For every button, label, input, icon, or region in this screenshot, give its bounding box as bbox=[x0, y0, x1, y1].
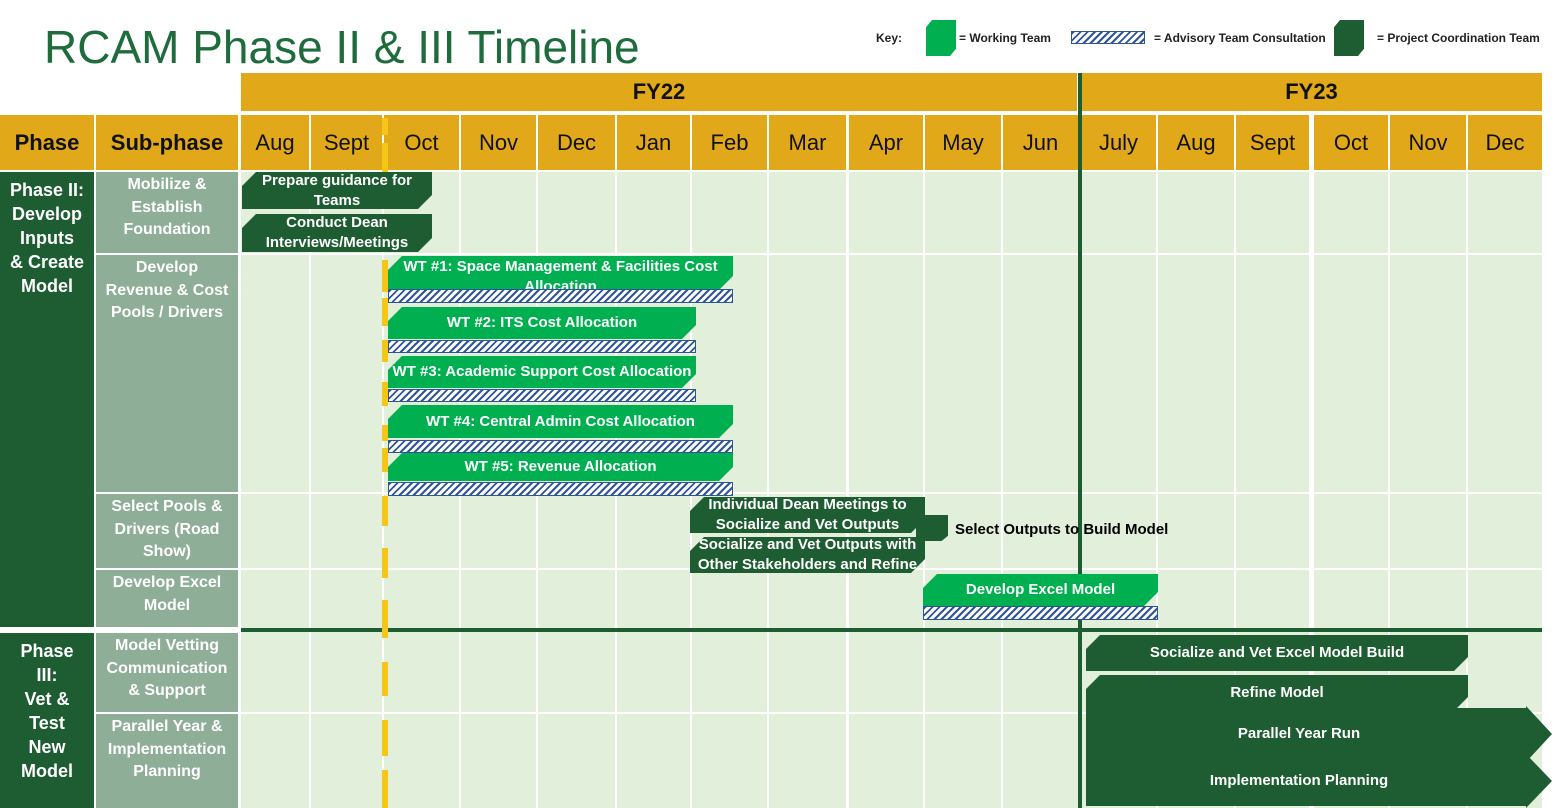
subphase-develop-pools: Develop Revenue & Cost Pools / Drivers bbox=[96, 255, 238, 492]
task-dean-meetings-label: Individual Dean Meetings to Socialize an… bbox=[708, 497, 907, 533]
advisory-wt5 bbox=[388, 482, 733, 496]
task-prepare-guidance: Prepare guidance for Teams bbox=[242, 172, 432, 209]
task-wt2-label: WT #2: ITS Cost Allocation bbox=[446, 314, 638, 331]
current-date-marker-dash bbox=[382, 720, 388, 756]
advisory-wt2 bbox=[388, 340, 696, 353]
month-header: July bbox=[1081, 115, 1156, 170]
legend-advisory: = Advisory Team Consultation bbox=[1154, 31, 1326, 45]
subphase-select-pools: Select Pools & Drivers (Road Show) bbox=[96, 494, 238, 568]
subphase-mobilize-label: Mobilize & Establish Foundation bbox=[123, 176, 211, 238]
task-implementation-label: Implementation Planning bbox=[1209, 772, 1389, 789]
fy23-header: FY23 bbox=[1081, 73, 1542, 111]
phase-3-text: Phase III: Vet & Test New Model bbox=[20, 641, 74, 781]
task-wt1: WT #1: Space Management & Facilities Cos… bbox=[388, 256, 733, 290]
current-date-marker-dash bbox=[382, 118, 388, 135]
subphase-mobilize: Mobilize & Establish Foundation bbox=[96, 172, 238, 253]
month-header: Dec bbox=[538, 115, 615, 170]
month-header: Jun bbox=[1003, 115, 1078, 170]
month-header: Feb bbox=[692, 115, 767, 170]
subphase-column-header: Sub-phase bbox=[96, 115, 238, 170]
task-dean-interviews: Conduct Dean Interviews/Meetings bbox=[242, 214, 432, 252]
working-team-swatch-icon bbox=[926, 20, 956, 56]
phase-2-label: Phase II: Develop Inputs & Create Model bbox=[0, 172, 94, 627]
task-wt1-label: WT #1: Space Management & Facilities Cos… bbox=[403, 258, 718, 290]
page-title: RCAM Phase II & III Timeline bbox=[44, 21, 640, 73]
task-develop-excel-label: Develop Excel Model bbox=[965, 581, 1116, 598]
month-header: Aug bbox=[241, 115, 309, 170]
advisory-wt1 bbox=[388, 289, 733, 303]
task-refine-model: Refine Model bbox=[1086, 675, 1468, 711]
month-header: Nov bbox=[1390, 115, 1466, 170]
month-header: Sept bbox=[1236, 115, 1309, 170]
month-header: Mar bbox=[769, 115, 846, 170]
task-wt5: WT #5: Revenue Allocation bbox=[388, 453, 733, 481]
legend: Key: = Working Team = Advisory Team Cons… bbox=[860, 18, 1550, 58]
legend-working-team: = Working Team bbox=[959, 31, 1051, 45]
advisory-wt4 bbox=[388, 440, 733, 453]
current-date-marker-dash bbox=[382, 548, 388, 578]
task-parallel-year: Parallel Year Run bbox=[1086, 706, 1552, 762]
task-wt4: WT #4: Central Admin Cost Allocation bbox=[388, 405, 733, 438]
current-date-marker-dash bbox=[382, 662, 388, 696]
month-header: Nov bbox=[461, 115, 536, 170]
fy22-header: FY22 bbox=[241, 73, 1077, 111]
subphase-select-pools-label: Select Pools & Drivers (Road Show) bbox=[111, 498, 223, 560]
phase-3-label: Phase III: Vet & Test New Model bbox=[0, 633, 94, 808]
advisory-swatch-icon bbox=[1071, 31, 1145, 44]
phase-divider bbox=[241, 628, 1542, 632]
subphase-parallel-year: Parallel Year & Implementation Planning bbox=[96, 714, 238, 808]
legend-label: Key: bbox=[876, 31, 903, 45]
advisory-wt3 bbox=[388, 389, 696, 402]
task-implementation: Implementation Planning bbox=[1086, 754, 1552, 808]
task-select-outputs-label: Select Outputs to Build Model bbox=[955, 521, 1169, 538]
task-wt5-label: WT #5: Revenue Allocation bbox=[464, 458, 657, 475]
subphase-parallel-year-label: Parallel Year & Implementation Planning bbox=[107, 718, 227, 780]
task-socialize-excel-label: Socialize and Vet Excel Model Build bbox=[1149, 644, 1405, 661]
current-date-marker-dash bbox=[382, 770, 388, 808]
project-coordination-swatch-icon bbox=[1334, 20, 1364, 56]
task-socialize-stakeholders: Socialize and Vet Outputs with Other Sta… bbox=[690, 537, 925, 573]
month-header: Jan bbox=[617, 115, 690, 170]
month-header: Sept bbox=[311, 115, 382, 170]
fiscal-year-divider bbox=[1078, 73, 1082, 808]
month-header: Aug bbox=[1158, 115, 1234, 170]
subphase-model-vetting: Model Vetting Communication & Support bbox=[96, 633, 238, 712]
task-dean-meetings: Individual Dean Meetings to Socialize an… bbox=[690, 497, 925, 533]
month-header: Dec bbox=[1468, 115, 1542, 170]
legend-project-coordination: = Project Coordination Team bbox=[1377, 31, 1540, 45]
row-separator bbox=[241, 253, 1542, 255]
phase-2-text: Phase II: Develop Inputs & Create Model bbox=[9, 180, 85, 296]
current-date-marker-dash bbox=[382, 260, 388, 292]
phase-column-header: Phase bbox=[0, 115, 94, 170]
task-wt3: WT #3: Academic Support Cost Allocation bbox=[388, 356, 696, 388]
month-header: May bbox=[925, 115, 1001, 170]
subphase-develop-excel: Develop Excel Model bbox=[96, 570, 238, 627]
task-wt2: WT #2: ITS Cost Allocation bbox=[388, 307, 696, 339]
month-header: Oct bbox=[1314, 115, 1388, 170]
advisory-develop-excel bbox=[923, 606, 1158, 620]
task-wt4-label: WT #4: Central Admin Cost Allocation bbox=[426, 412, 695, 430]
task-parallel-year-label: Parallel Year Run bbox=[1237, 725, 1361, 742]
current-date-marker-dash bbox=[382, 143, 388, 173]
subphase-develop-pools-label: Develop Revenue & Cost Pools / Drivers bbox=[105, 259, 229, 321]
task-refine-model-label: Refine Model bbox=[1230, 684, 1324, 701]
task-socialize-stakeholders-label: Socialize and Vet Outputs with Other Sta… bbox=[697, 537, 918, 573]
month-header: Oct bbox=[384, 115, 459, 170]
task-dean-interviews-label: Conduct Dean Interviews/Meetings bbox=[265, 214, 409, 251]
current-date-marker-dash bbox=[382, 600, 388, 638]
month-header: Apr bbox=[849, 115, 923, 170]
task-socialize-excel: Socialize and Vet Excel Model Build bbox=[1086, 635, 1468, 671]
current-date-marker-dash bbox=[382, 496, 388, 526]
current-date-marker-dash bbox=[382, 425, 388, 441]
subphase-develop-excel-label: Develop Excel Model bbox=[112, 574, 222, 614]
subphase-model-vetting-label: Model Vetting Communication & Support bbox=[106, 637, 228, 699]
task-wt3-label: WT #3: Academic Support Cost Allocation bbox=[392, 363, 692, 380]
task-prepare-guidance-label: Prepare guidance for Teams bbox=[261, 172, 413, 209]
task-develop-excel: Develop Excel Model bbox=[923, 574, 1158, 606]
